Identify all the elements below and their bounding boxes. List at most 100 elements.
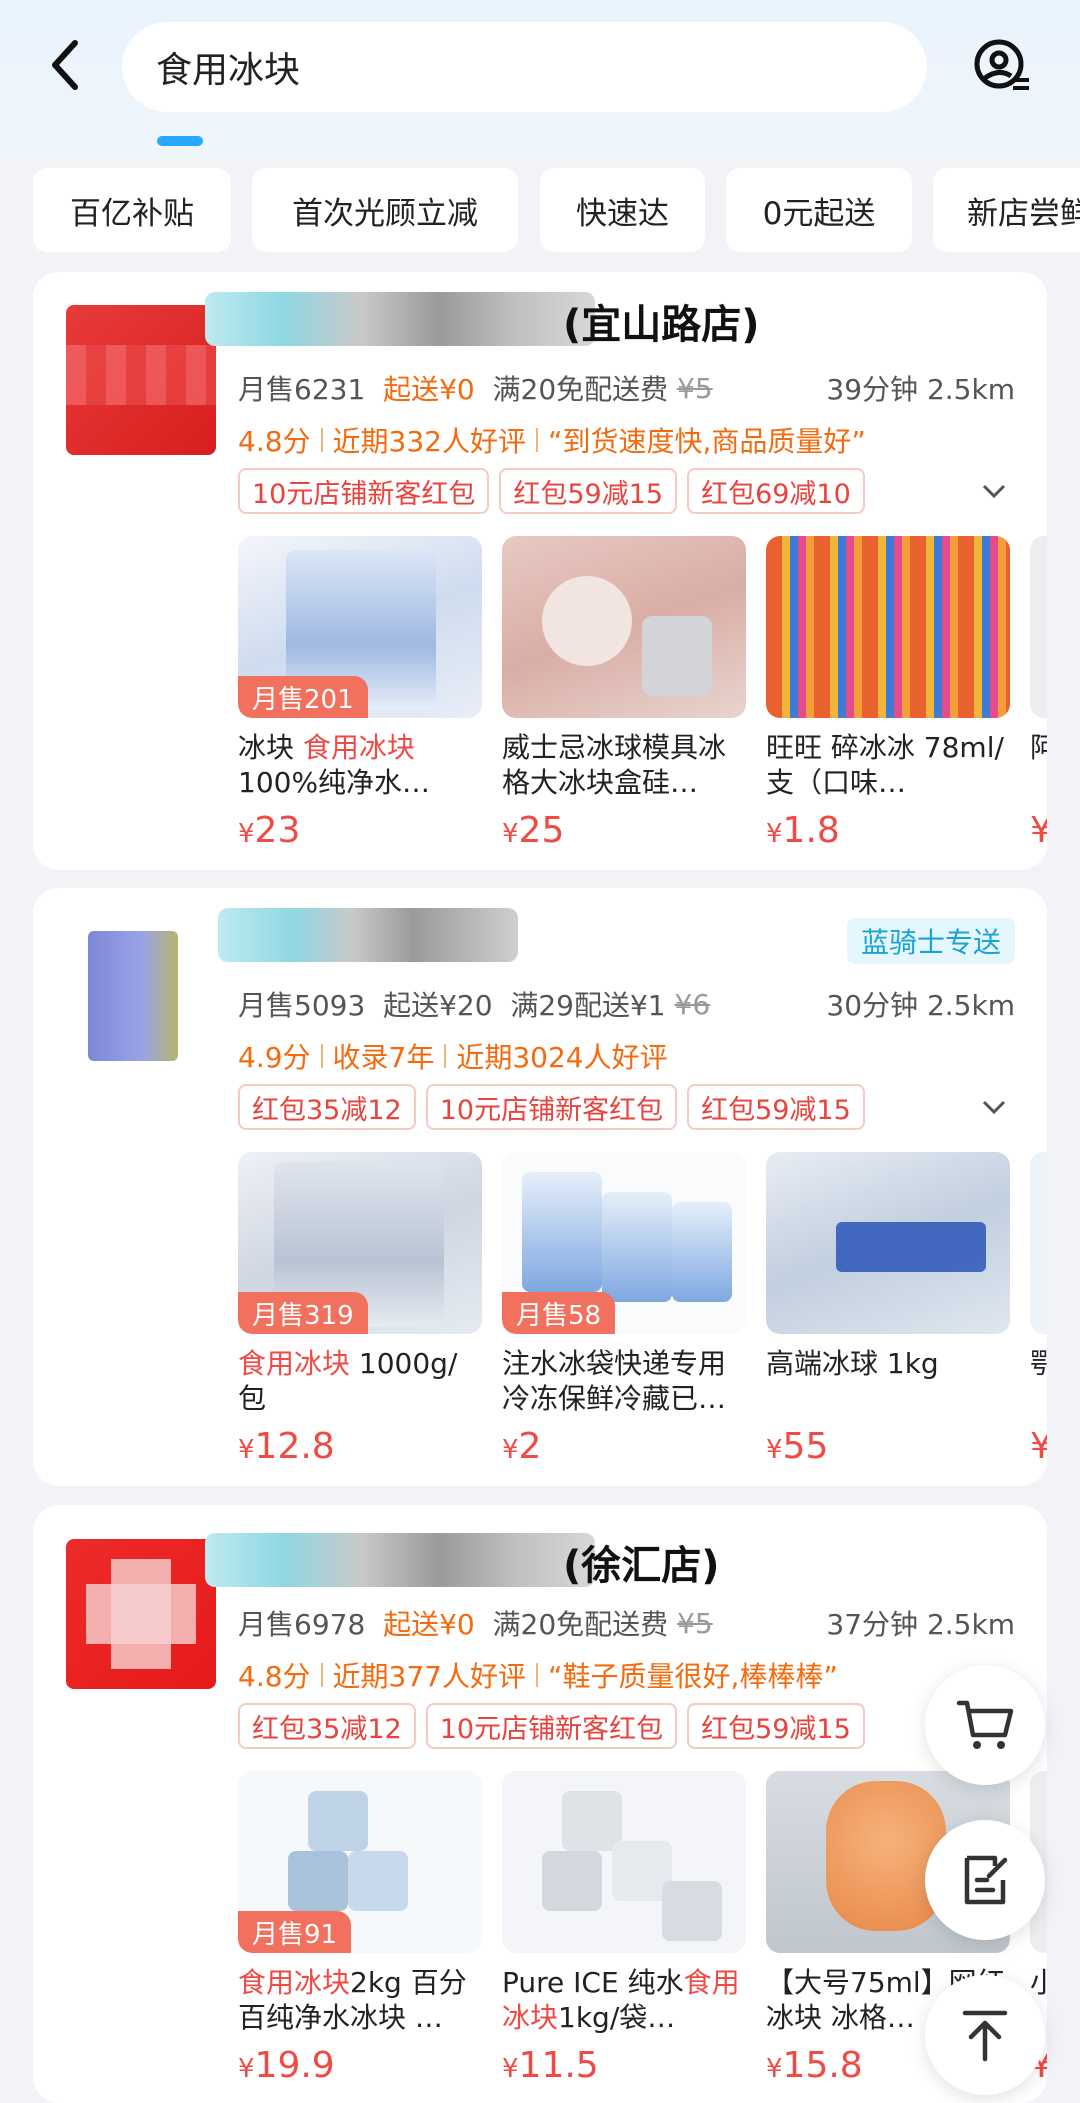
store-stats: 月售6978 起送¥0 满20免配送费 ¥5 xyxy=(238,1606,713,1642)
product-name: 冰块 食用冰块 100%纯净水… xyxy=(238,731,431,799)
product-price: ¥25 xyxy=(502,810,565,851)
product-item-peek[interactable]: 鄂 前 ¥ xyxy=(1030,1152,1047,1467)
product-image xyxy=(766,1152,1010,1334)
product-list: 月售319 食用冰块 1000g/包 ¥12.8 月售58 注水冰袋快递专用冷冻… xyxy=(238,1152,1047,1472)
coupon-tag[interactable]: 10元店铺新客红包 xyxy=(425,1084,678,1130)
order-button[interactable] xyxy=(925,1820,1045,1940)
product-name: 阿 吃 xyxy=(1030,731,1047,764)
product-item[interactable]: 威士忌冰球模具冰格大冰块盒硅… ¥25 xyxy=(502,536,746,851)
store-card[interactable]: 蓝骑士专送 月售5093 起送¥20 满29配送¥1 ¥6 30分钟 2.5km… xyxy=(33,888,1047,1486)
store-stats: 月售6231 起送¥0 满20免配送费 ¥5 xyxy=(238,371,713,407)
product-item-peek[interactable]: 阿 吃 ¥ xyxy=(1030,536,1047,851)
filter-bar: 百亿补贴 首次光顾立减 快速达 0元起送 新店尝鲜 xyxy=(0,168,1080,252)
product-name: 威士忌冰球模具冰格大冰块盒硅… xyxy=(502,731,727,799)
product-price: ¥12.8 xyxy=(238,1426,335,1467)
filter-chip[interactable]: 快速达 xyxy=(540,168,705,252)
sales-badge: 月售319 xyxy=(238,1292,368,1334)
back-button[interactable] xyxy=(30,30,100,100)
product-image: 月售91 xyxy=(238,1771,482,1953)
store-rating-row: 4.9分 收录7年 近期3024人好评 xyxy=(238,1041,668,1074)
back-to-top-button[interactable] xyxy=(925,1975,1045,2095)
product-name: Pure ICE 纯水食用冰块1kg/袋… xyxy=(502,1966,740,2034)
coupon-tag[interactable]: 红包35减12 xyxy=(238,1084,416,1130)
delivery-eta: 30分钟 2.5km xyxy=(826,989,1015,1022)
coupon-tag[interactable]: 10元店铺新客红包 xyxy=(238,468,490,514)
product-name: 食用冰块 1000g/包 xyxy=(238,1347,458,1415)
coupon-list: 10元店铺新客红包 红包59减15 红包69减10 xyxy=(238,468,865,514)
store-name-blurred xyxy=(218,908,518,962)
product-item[interactable]: 旺旺 碎冰冰 78ml/支（口味… ¥1.8 xyxy=(766,536,1010,851)
filter-chip[interactable]: 0元起送 xyxy=(726,168,912,252)
delivery-eta: 39分钟 2.5km xyxy=(826,373,1015,406)
filter-chip[interactable]: 首次光顾立减 xyxy=(252,168,518,252)
store-card[interactable]: (徐汇店) 月售6978 起送¥0 满20免配送费 ¥5 37分钟 2.5km … xyxy=(33,1505,1047,2103)
coupon-tag[interactable]: 红包69减10 xyxy=(687,468,865,514)
scan-button[interactable] xyxy=(965,30,1039,104)
product-image: 月售319 xyxy=(238,1152,482,1334)
product-price: ¥19.9 xyxy=(238,2045,335,2086)
product-price: ¥23 xyxy=(238,810,301,851)
product-list: 月售91 食用冰块2kg 百分百纯净水冰块 … ¥19.9 Pure ICE 纯… xyxy=(238,1771,1047,2103)
product-image xyxy=(766,536,1010,718)
product-price: ¥11.5 xyxy=(502,2045,599,2086)
product-price: ¥2 xyxy=(502,1426,542,1467)
product-item[interactable]: 月售91 食用冰块2kg 百分百纯净水冰块 … ¥19.9 xyxy=(238,1771,482,2086)
filter-chip[interactable]: 新店尝鲜 xyxy=(933,168,1080,252)
product-list: 月售201 冰块 食用冰块 100%纯净水… ¥23 威士忌冰球模具冰格大冰块盒… xyxy=(238,536,1047,856)
product-name: 鄂 前 xyxy=(1030,1347,1047,1380)
store-logo xyxy=(66,305,216,455)
product-name: 食用冰块2kg 百分百纯净水冰块 … xyxy=(238,1966,467,2034)
product-name: 高端冰球 1kg xyxy=(766,1347,939,1380)
product-name: 注水冰袋快递专用冷冻保鲜冷藏已… xyxy=(502,1347,727,1415)
rider-badge: 蓝骑士专送 xyxy=(846,918,1015,964)
store-name-suffix: (宜山路店) xyxy=(563,302,760,348)
order-icon xyxy=(964,1855,1008,1905)
product-item[interactable]: 月售201 冰块 食用冰块 100%纯净水… ¥23 xyxy=(238,536,482,851)
product-item[interactable]: 高端冰球 1kg ¥55 xyxy=(766,1152,1010,1467)
delivery-eta: 37分钟 2.5km xyxy=(826,1608,1015,1641)
product-item[interactable]: 月售319 食用冰块 1000g/包 ¥12.8 xyxy=(238,1152,482,1467)
search-tab-indicator xyxy=(157,136,203,146)
coupon-tag[interactable]: 红包59减15 xyxy=(687,1703,865,1749)
product-item[interactable]: Pure ICE 纯水食用冰块1kg/袋… ¥11.5 xyxy=(502,1771,746,2086)
scan-icon xyxy=(974,39,1029,90)
coupon-list: 红包35减12 10元店铺新客红包 红包59减15 xyxy=(238,1703,865,1749)
store-name-blurred xyxy=(205,292,595,346)
product-price: ¥1.8 xyxy=(766,810,840,851)
coupon-tag[interactable]: 红包35减12 xyxy=(238,1703,416,1749)
chevron-down-icon[interactable] xyxy=(979,1092,1009,1122)
product-image xyxy=(1030,1152,1047,1334)
search-input[interactable]: 食用冰块 xyxy=(122,22,927,112)
store-rating-row: 4.8分 近期332人好评 “到货速度快,商品质量好” xyxy=(238,425,866,458)
coupon-tag[interactable]: 10元店铺新客红包 xyxy=(425,1703,678,1749)
store-logo xyxy=(66,1539,216,1689)
product-image xyxy=(502,1771,746,1953)
top-bar: 食用冰块 xyxy=(0,0,1080,160)
store-rating-row: 4.8分 近期377人好评 “鞋子质量很好,棒棒棒” xyxy=(238,1660,838,1693)
product-image: 月售201 xyxy=(238,536,482,718)
product-image xyxy=(502,536,746,718)
product-price: ¥ xyxy=(1030,1426,1047,1467)
cart-icon xyxy=(956,1700,1014,1749)
store-name-blurred xyxy=(205,1533,595,1587)
sales-badge: 月售201 xyxy=(238,676,368,718)
coupon-list: 红包35减12 10元店铺新客红包 红包59减15 xyxy=(238,1084,865,1130)
product-item[interactable]: 月售58 注水冰袋快递专用冷冻保鲜冷藏已… ¥2 xyxy=(502,1152,746,1467)
store-name-suffix: (徐汇店) xyxy=(563,1543,720,1589)
cart-button[interactable] xyxy=(925,1665,1045,1785)
coupon-tag[interactable]: 红包59减15 xyxy=(687,1084,865,1130)
coupon-tag[interactable]: 红包59减15 xyxy=(499,468,678,514)
chevron-down-icon[interactable] xyxy=(979,476,1009,506)
chevron-left-icon xyxy=(52,40,78,90)
product-price: ¥ xyxy=(1030,810,1047,851)
product-image: 月售58 xyxy=(502,1152,746,1334)
filter-chip[interactable]: 百亿补贴 xyxy=(33,168,231,252)
store-stats: 月售5093 起送¥20 满29配送¥1 ¥6 xyxy=(238,987,711,1023)
product-name: 旺旺 碎冰冰 78ml/支（口味… xyxy=(766,731,1004,799)
product-price: ¥55 xyxy=(766,1426,829,1467)
arrow-up-icon xyxy=(962,2010,1008,2062)
sales-badge: 月售58 xyxy=(502,1292,616,1334)
store-logo xyxy=(66,921,216,1071)
product-image xyxy=(1030,536,1047,718)
store-card[interactable]: (宜山路店) 月售6231 起送¥0 满20免配送费 ¥5 39分钟 2.5km… xyxy=(33,272,1047,870)
